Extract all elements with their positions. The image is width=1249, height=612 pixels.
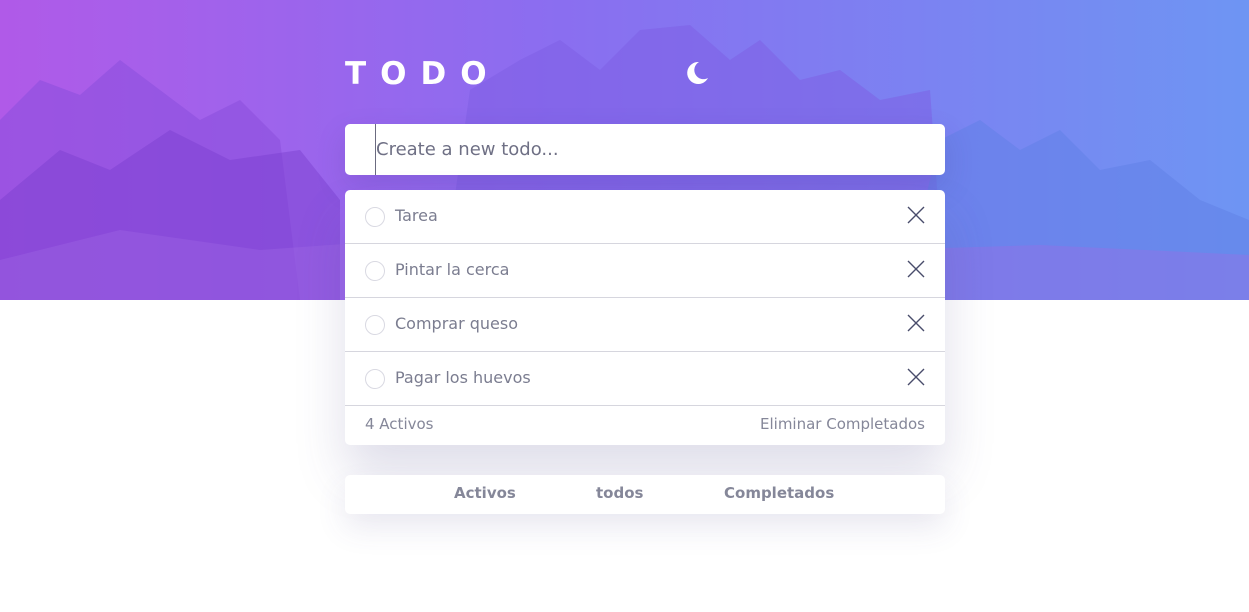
list-item: Tarea bbox=[345, 190, 945, 244]
filter-active-button[interactable]: Activos bbox=[454, 484, 516, 502]
items-left-count: 4 Activos bbox=[365, 415, 434, 433]
filter-completed-button[interactable]: Completados bbox=[724, 484, 834, 502]
list-item: Pagar los huevos bbox=[345, 352, 945, 406]
moon-icon[interactable] bbox=[681, 58, 711, 88]
check-circle[interactable] bbox=[365, 207, 385, 227]
app-title: TODO bbox=[345, 56, 501, 92]
todo-list: Tarea Pintar la cerca Comprar queso Paga… bbox=[345, 190, 945, 445]
close-icon[interactable] bbox=[905, 366, 927, 388]
close-icon[interactable] bbox=[905, 312, 927, 334]
check-circle[interactable] bbox=[365, 315, 385, 335]
list-item: Comprar queso bbox=[345, 298, 945, 352]
clear-completed-button[interactable]: Eliminar Completados bbox=[760, 415, 925, 433]
check-circle[interactable] bbox=[365, 369, 385, 389]
todo-label[interactable]: Comprar queso bbox=[395, 313, 518, 335]
close-icon[interactable] bbox=[905, 258, 927, 280]
todo-label[interactable]: Pintar la cerca bbox=[395, 259, 509, 281]
close-icon[interactable] bbox=[905, 204, 927, 226]
list-item: Pintar la cerca bbox=[345, 244, 945, 298]
filter-bar: Activos todos Completados bbox=[345, 475, 945, 514]
new-todo-input[interactable] bbox=[375, 124, 945, 175]
list-footer: 4 Activos Eliminar Completados bbox=[345, 406, 945, 445]
todo-label[interactable]: Pagar los huevos bbox=[395, 367, 531, 389]
new-todo-container bbox=[345, 124, 945, 175]
filter-all-button[interactable]: todos bbox=[596, 484, 643, 502]
check-circle[interactable] bbox=[365, 261, 385, 281]
todo-label[interactable]: Tarea bbox=[395, 205, 438, 227]
